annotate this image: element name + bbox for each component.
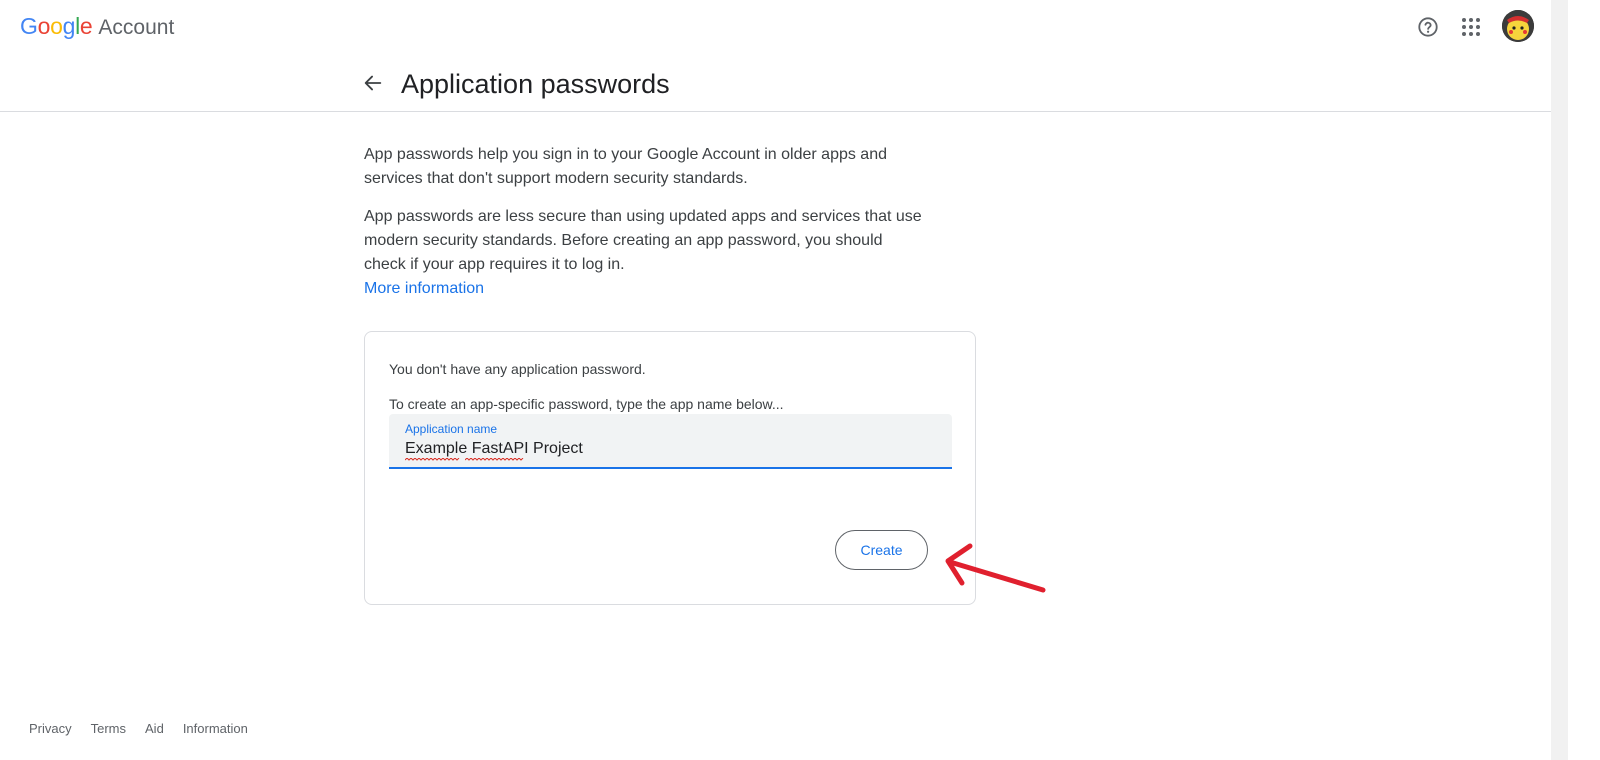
- more-information-link[interactable]: More information: [364, 277, 484, 301]
- intro-paragraph-2: App passwords are less secure than using…: [364, 208, 922, 273]
- page-scrollbar[interactable]: [1551, 0, 1568, 760]
- apps-grid-icon[interactable]: [1461, 17, 1481, 37]
- page-header: Application passwords: [0, 52, 1551, 112]
- footer-link-privacy[interactable]: Privacy: [29, 721, 72, 736]
- annotation-arrow-icon: [945, 543, 1046, 593]
- page-title: Application passwords: [401, 69, 670, 99]
- google-account-logo[interactable]: Google Account: [20, 13, 174, 40]
- avatar-image: [1502, 10, 1534, 42]
- top-bar: Google Account: [0, 0, 1551, 52]
- application-name-input[interactable]: [405, 440, 925, 458]
- spellcheck-underline-icon: [465, 458, 524, 461]
- account-wordmark: Account: [98, 16, 175, 39]
- avatar[interactable]: [1502, 10, 1534, 42]
- help-circle-icon[interactable]: [1417, 16, 1439, 38]
- footer: Privacy Terms Aid Information: [29, 721, 248, 736]
- no-passwords-message: You don't have any application password.: [389, 361, 646, 377]
- spellcheck-underline-icon: [405, 458, 460, 461]
- create-instruction: To create an app-specific password, type…: [389, 396, 784, 412]
- intro-paragraph-1: App passwords help you sign in to your G…: [364, 146, 887, 187]
- application-name-field[interactable]: Application name: [389, 414, 952, 469]
- footer-link-aid[interactable]: Aid: [145, 721, 164, 736]
- footer-link-terms[interactable]: Terms: [91, 721, 126, 736]
- footer-link-information[interactable]: Information: [183, 721, 248, 736]
- google-wordmark: Google: [20, 13, 93, 39]
- arrow-left-icon[interactable]: [362, 72, 384, 94]
- application-name-label: Application name: [405, 422, 498, 436]
- intro-section: App passwords help you sign in to your G…: [364, 143, 924, 301]
- create-button[interactable]: Create: [835, 530, 928, 570]
- app-password-card: You don't have any application password.…: [364, 331, 976, 605]
